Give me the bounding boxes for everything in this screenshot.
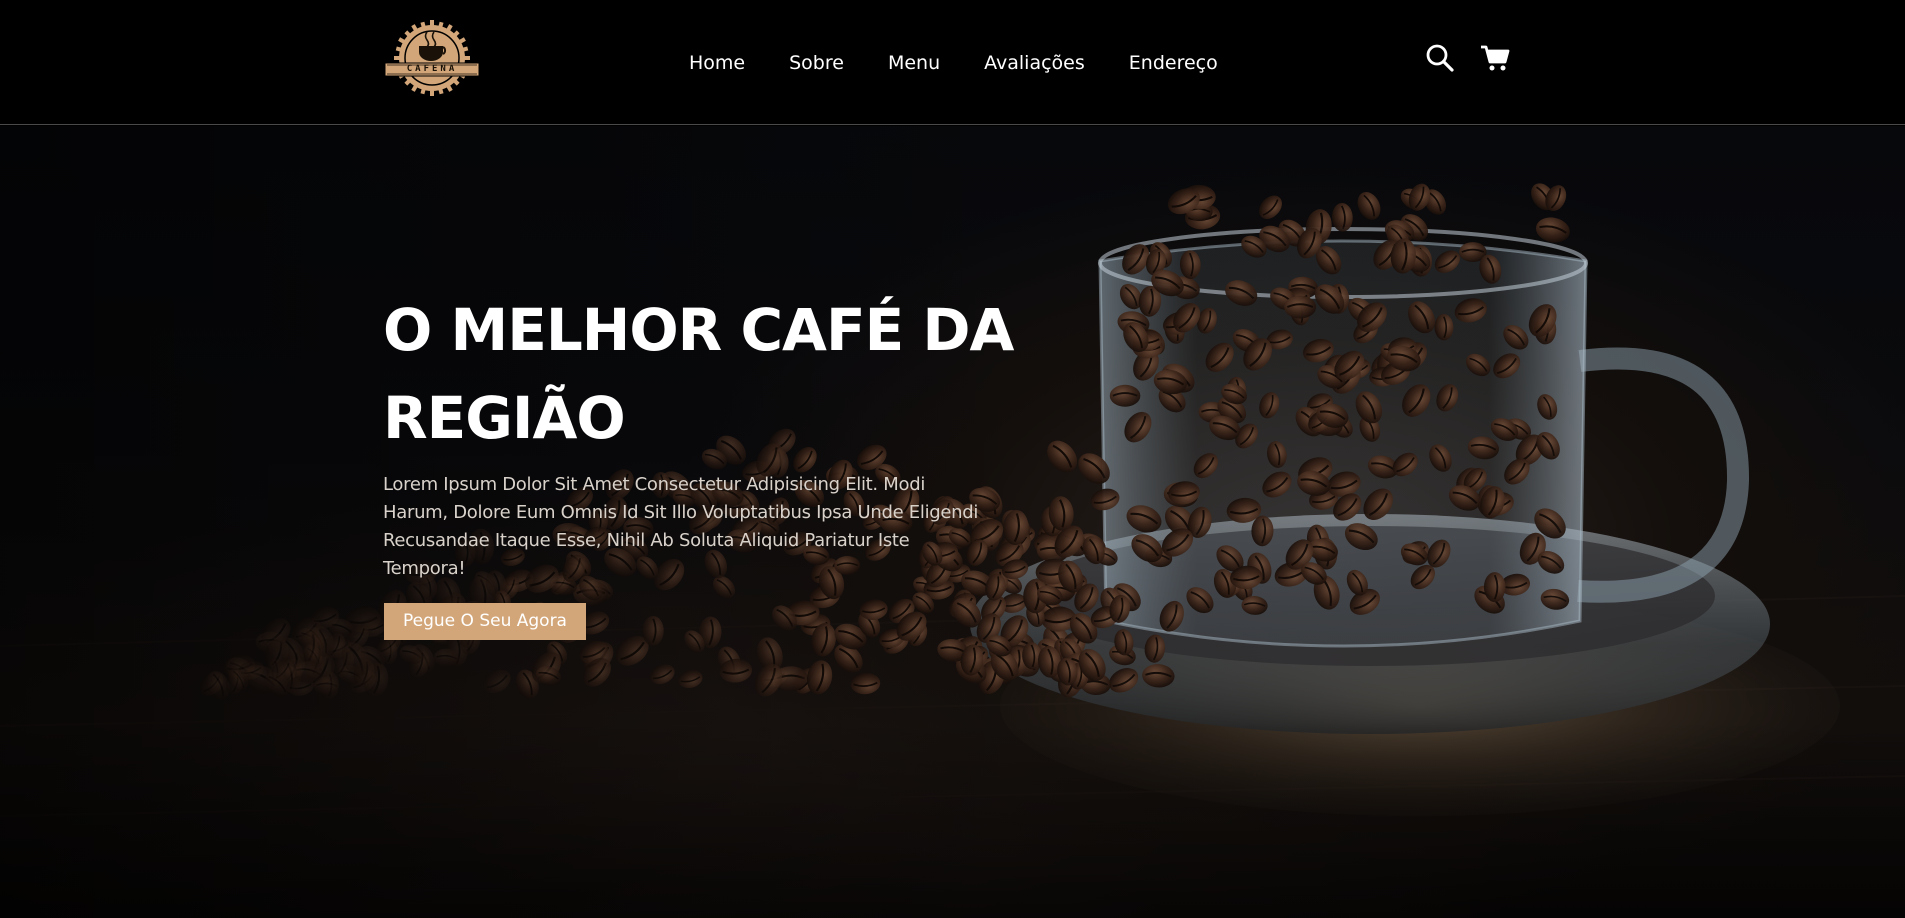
logo-text: CAFENA bbox=[406, 64, 458, 74]
logo-emblem bbox=[384, 20, 480, 96]
hero-title: O MELHOR CAFÉ DA REGIÃO bbox=[383, 286, 1023, 462]
nav-avaliacoes[interactable]: Avaliações bbox=[984, 50, 1085, 76]
search-icon[interactable] bbox=[1425, 43, 1455, 73]
nav-menu[interactable]: Menu bbox=[888, 50, 940, 76]
main-nav: Home Sobre Menu Avaliações Endereço bbox=[689, 50, 1218, 76]
page: CAFENA Home Sobre Menu Avaliações Endere… bbox=[0, 0, 1905, 918]
cta-button[interactable]: Pegue O Seu Agora bbox=[384, 603, 586, 640]
cafena-logo[interactable]: CAFENA bbox=[383, 18, 481, 98]
nav-endereco[interactable]: Endereço bbox=[1129, 50, 1218, 76]
hero-title-line-2: REGIÃO bbox=[383, 384, 626, 452]
hero-title-line-1: O MELHOR CAFÉ DA bbox=[383, 296, 1014, 364]
site-header: CAFENA Home Sobre Menu Avaliações Endere… bbox=[0, 0, 1905, 125]
cart-icon[interactable] bbox=[1480, 43, 1510, 73]
nav-sobre[interactable]: Sobre bbox=[789, 50, 844, 76]
hero-description: Lorem Ipsum Dolor Sit Amet Consectetur A… bbox=[383, 474, 979, 579]
nav-home[interactable]: Home bbox=[689, 50, 745, 76]
hero-section: O MELHOR CAFÉ DA REGIÃO Lorem Ipsum Dolo… bbox=[0, 126, 1905, 918]
